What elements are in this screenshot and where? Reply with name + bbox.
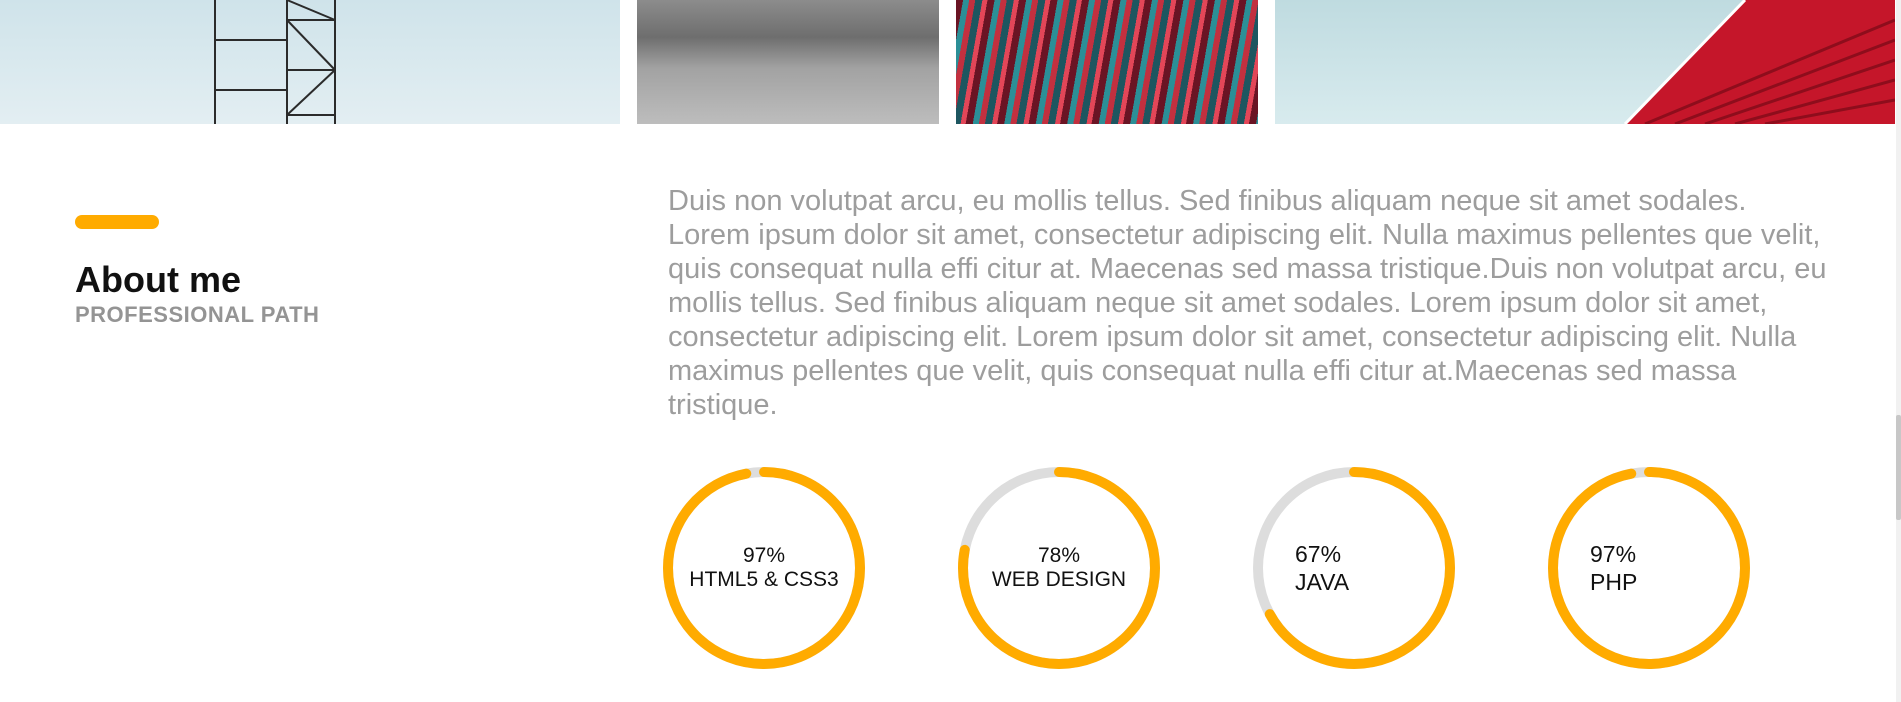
skill-name: PHP [1590, 569, 1638, 595]
skill-name: WEB DESIGN [991, 568, 1127, 591]
skill-percent: 67% [1295, 541, 1342, 567]
accent-bar [75, 215, 159, 229]
gallery-photo-facade[interactable] [956, 0, 1258, 124]
skill-name: JAVA [1295, 569, 1350, 595]
scrollbar-track[interactable] [1896, 0, 1901, 702]
gallery-photo-tower[interactable] [0, 0, 620, 124]
gallery-photo-building[interactable] [1275, 0, 1895, 124]
skill-percent: 78% [1037, 544, 1081, 567]
about-paragraph: Duis non volutpat arcu, eu mollis tellus… [668, 185, 1827, 421]
skill-percent: 97% [742, 544, 786, 567]
skill-ring-php: 97% PHP [1542, 461, 1756, 675]
skill-ring-java: 67% JAVA [1247, 461, 1461, 675]
section-subtitle: PROFESSIONAL PATH [75, 302, 320, 327]
section-title: About me [75, 259, 241, 300]
skill-ring-web-design: 78% WEB DESIGN [952, 461, 1166, 675]
scrollbar-thumb[interactable] [1896, 415, 1901, 520]
red-facade-graphic [1623, 0, 1895, 124]
skill-ring-html-css: 97% HTML5 & CSS3 [657, 461, 871, 675]
lattice-tower-graphic [214, 0, 336, 124]
skill-name: HTML5 & CSS3 [689, 568, 839, 591]
gallery-photo-street[interactable] [637, 0, 939, 124]
skill-percent: 97% [1590, 541, 1637, 567]
